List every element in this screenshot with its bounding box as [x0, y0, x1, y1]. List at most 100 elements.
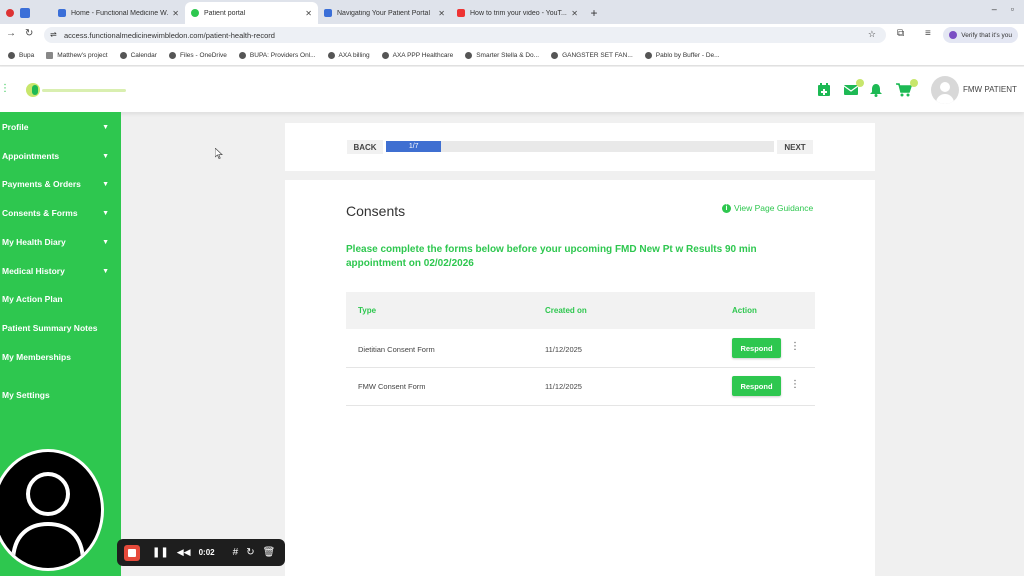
column-header-type: Type — [358, 306, 377, 315]
clinic-logo[interactable] — [26, 81, 126, 99]
logo-leaf — [32, 85, 38, 95]
reload-icon[interactable]: ↻ — [25, 28, 33, 39]
tab-patient-portal[interactable]: Patient portal ✕ — [185, 2, 318, 24]
bookmark-item[interactable]: AXA billing — [327, 52, 370, 59]
mail-badge — [856, 79, 864, 87]
browser-tab-bar: Home - Functional Medicine W... ✕ Patien… — [0, 0, 1024, 24]
globe-icon — [381, 52, 389, 59]
sidebar-item-consents[interactable]: Consents & Forms ▼ — [0, 204, 121, 222]
menu-icon[interactable]: ⋮ — [0, 83, 10, 94]
calendar-add-icon[interactable] — [817, 83, 831, 100]
trash-icon[interactable]: 🗑 — [263, 547, 276, 558]
person-silhouette-icon — [11, 472, 85, 563]
avatar[interactable] — [931, 76, 959, 104]
globe-icon — [8, 52, 15, 59]
rewind-icon[interactable]: ◀◀ — [177, 547, 191, 558]
restore-icon[interactable]: ▫ — [1011, 4, 1014, 14]
close-icon[interactable]: ✕ — [571, 9, 578, 18]
bookmark-item[interactable]: Matthew's project — [46, 52, 108, 59]
more-options-icon[interactable]: ⋮ — [790, 341, 800, 352]
sidebar-item-payments[interactable]: Payments & Orders ▼ — [0, 175, 121, 193]
view-guidance-link[interactable]: i View Page Guidance — [722, 203, 813, 213]
tab-label: How to trim your video - YouT... — [470, 9, 567, 17]
page-title: Consents — [346, 203, 406, 219]
bookmark-label: Files - OneDrive — [179, 52, 227, 59]
respond-button[interactable]: Respond — [732, 338, 781, 358]
portal-logo-icon — [191, 9, 199, 17]
pause-icon[interactable]: ❚❚ — [152, 547, 169, 558]
sidebar-item-label: My Action Plan — [2, 294, 63, 304]
sidebar-item-label: Profile — [2, 122, 29, 132]
bookmark-item[interactable]: Files - OneDrive — [168, 52, 227, 59]
tab-home[interactable]: Home - Functional Medicine W... ✕ — [52, 2, 185, 24]
globe-icon — [465, 52, 473, 59]
back-button[interactable]: BACK — [347, 140, 383, 154]
restart-icon[interactable]: ↻ — [246, 547, 254, 558]
close-icon[interactable]: ✕ — [172, 9, 179, 18]
form-type: FMW Consent Form — [358, 382, 426, 391]
sidebar-item-medical-history[interactable]: Medical History ▼ — [0, 262, 121, 280]
bell-icon[interactable] — [870, 83, 882, 100]
close-icon[interactable]: ✕ — [438, 9, 445, 18]
globe-icon — [238, 52, 246, 59]
bookmark-item[interactable]: GANGSTER SET FAN... — [551, 52, 633, 59]
wizard-progress: 1/7 — [386, 141, 774, 152]
bookmark-label: Pablo by Buffer - De... — [655, 52, 720, 59]
more-options-icon[interactable]: ⋮ — [790, 379, 800, 390]
sidebar-item-action-plan[interactable]: My Action Plan — [0, 290, 121, 308]
cart-icon[interactable] — [896, 79, 918, 100]
globe-icon — [119, 52, 127, 59]
extensions-icon[interactable]: ⧉ — [897, 28, 904, 39]
mail-icon[interactable] — [843, 79, 864, 99]
tab-navigating-portal[interactable]: Navigating Your Patient Portal ✕ — [318, 2, 451, 24]
bookmark-label: AXA billing — [338, 52, 370, 59]
sidebar-item-memberships[interactable]: My Memberships — [0, 348, 121, 366]
sidebar-item-profile[interactable]: Profile ▼ — [0, 118, 121, 136]
sidebar-item-label: Appointments — [2, 151, 60, 161]
bookmark-item[interactable]: Calendar — [119, 52, 157, 59]
sidebar-item-label: Patient Summary Notes — [2, 323, 98, 333]
sidebar-item-label: My Settings — [2, 390, 50, 400]
bookmark-item[interactable]: AXA PPP Healthcare — [381, 52, 453, 59]
tab-youtube[interactable]: How to trim your video - YouT... ✕ — [451, 2, 584, 24]
forward-arrow-icon[interactable]: → — [6, 28, 16, 39]
grid-icon[interactable]: # — [233, 547, 239, 558]
user-name[interactable]: FMW PATIENT — [963, 85, 1017, 94]
folder-icon — [46, 52, 54, 59]
avatar-head — [940, 82, 950, 92]
minimize-icon[interactable]: – — [992, 4, 997, 14]
sidebar-item-summary-notes[interactable]: Patient Summary Notes — [0, 319, 121, 337]
bookmark-label: BUPA: Providers Onl... — [249, 52, 316, 59]
progress-fill: 1/7 — [386, 141, 442, 152]
doc-icon — [324, 9, 332, 17]
bookmark-star-icon[interactable]: ☆ — [868, 29, 876, 40]
respond-button[interactable]: Respond — [732, 376, 781, 396]
globe-icon — [327, 52, 335, 59]
bookmark-item[interactable]: Smarter Stella & Do... — [465, 52, 539, 59]
media-icon[interactable]: ≡ — [925, 28, 931, 39]
created-date: 11/12/2025 — [545, 345, 582, 354]
stop-record-button[interactable] — [124, 544, 140, 561]
bookmark-item[interactable]: Bupa — [8, 52, 34, 59]
site-settings-icon[interactable]: ⇌ — [50, 30, 57, 39]
profile-icon — [949, 31, 958, 39]
bookmark-item[interactable]: Pablo by Buffer - De... — [644, 52, 720, 59]
verify-profile-chip[interactable]: Verify that it's you — [943, 27, 1018, 43]
record-icon[interactable] — [6, 9, 14, 17]
sidebar-item-settings[interactable]: My Settings — [0, 386, 121, 404]
sidebar-item-appointments[interactable]: Appointments ▼ — [0, 147, 121, 165]
verify-label: Verify that it's you — [961, 31, 1012, 39]
chevron-down-icon: ▼ — [102, 267, 109, 275]
table-row: Dietitian Consent Form 11/12/2025 Respon… — [346, 330, 815, 368]
close-icon[interactable]: ✕ — [305, 9, 312, 18]
app-header: ⋮ FMW PATIENT — [0, 67, 1024, 112]
tab-label: Navigating Your Patient Portal — [337, 9, 431, 17]
sidebar-item-health-diary[interactable]: My Health Diary ▼ — [0, 233, 121, 251]
new-tab-button[interactable]: + — [584, 2, 604, 24]
next-button[interactable]: NEXT — [777, 140, 813, 154]
search-tab-icon[interactable] — [20, 8, 30, 18]
url-field[interactable]: ⇌ access.functionalmedicinewimbledon.com… — [44, 27, 886, 43]
chevron-down-icon: ▼ — [102, 123, 109, 131]
consent-notice: Please complete the forms below before y… — [346, 244, 757, 269]
bookmark-item[interactable]: BUPA: Providers Onl... — [238, 52, 316, 59]
